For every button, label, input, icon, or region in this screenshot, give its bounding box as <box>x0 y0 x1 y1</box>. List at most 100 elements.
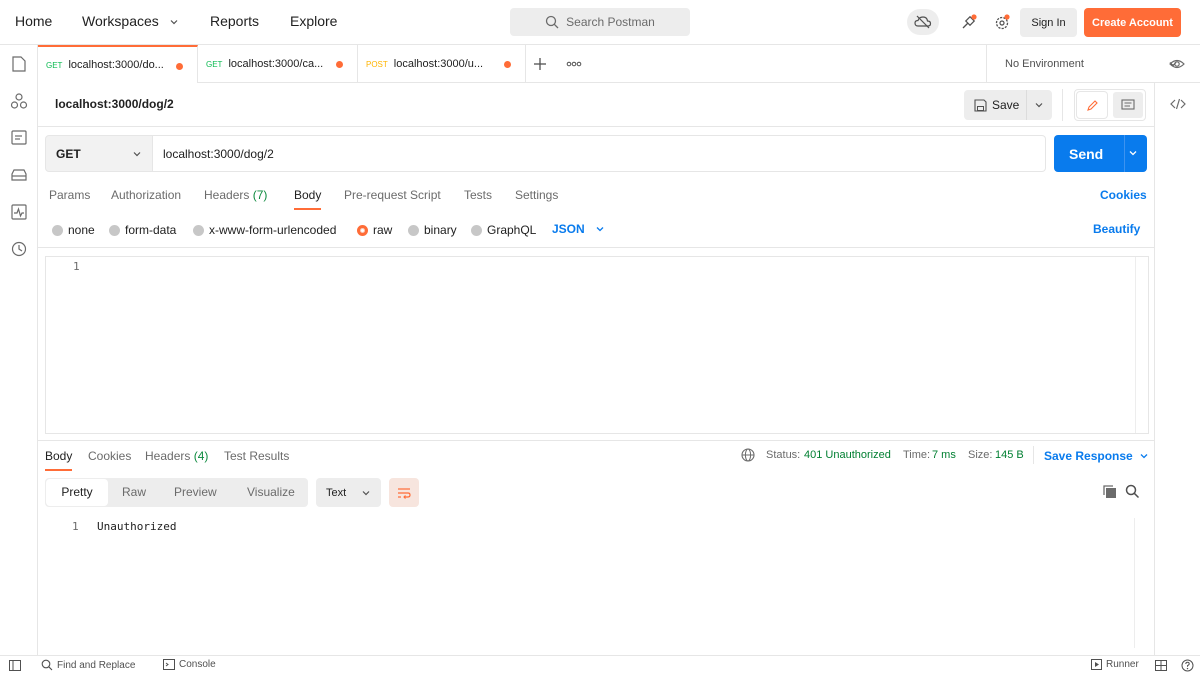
radio-label: raw <box>373 223 393 237</box>
nav-home[interactable]: Home <box>15 13 52 29</box>
tab-authorization[interactable]: Authorization <box>111 188 181 202</box>
url-value: localhost:3000/dog/2 <box>163 146 274 161</box>
sign-in-button[interactable]: Sign In <box>1020 8 1077 37</box>
find-replace-button[interactable]: Find and Replace <box>41 659 135 671</box>
search-icon <box>545 15 559 29</box>
request-body-editor[interactable]: 1 <box>45 256 1149 434</box>
offline-sync-button[interactable] <box>907 9 939 35</box>
request-name[interactable]: localhost:3000/dog/2 <box>55 97 174 111</box>
radio-none[interactable]: none <box>52 223 95 237</box>
tab-pre-request-script[interactable]: Pre-request Script <box>344 188 441 202</box>
response-body-text[interactable]: Unauthorized <box>97 520 176 533</box>
request-tab-1[interactable]: GET localhost:3000/do... <box>38 45 198 83</box>
tab-params[interactable]: Params <box>49 188 90 202</box>
radio-binary[interactable]: binary <box>408 223 457 237</box>
tab-body[interactable]: Body <box>294 188 322 210</box>
divider <box>1124 135 1125 172</box>
chevron-down-icon[interactable] <box>1128 148 1138 158</box>
chevron-down-icon <box>133 152 141 157</box>
view-raw[interactable]: Raw <box>122 485 146 499</box>
request-tab-strip: GET localhost:3000/do... GET localhost:3… <box>38 45 1200 83</box>
url-input[interactable]: localhost:3000/dog/2 <box>153 135 1046 172</box>
history-icon[interactable] <box>10 240 28 258</box>
request-title-bar: localhost:3000/dog/2 Save <box>38 83 1154 127</box>
nav-workspaces[interactable]: Workspaces <box>82 13 179 29</box>
save-response-button[interactable]: Save Response <box>1044 449 1149 463</box>
two-pane-icon[interactable] <box>1155 660 1167 671</box>
search-bar[interactable]: Search Postman <box>510 8 690 36</box>
nav-reports[interactable]: Reports <box>210 13 259 29</box>
method-value: GET <box>56 146 81 161</box>
view-pretty[interactable]: Pretty <box>46 479 108 506</box>
size-value[interactable]: 145 B <box>995 449 1024 461</box>
view-toggle <box>1074 89 1146 121</box>
pencil-icon <box>1086 99 1098 111</box>
right-sidebar <box>1154 83 1200 655</box>
satellite-button[interactable] <box>955 8 983 36</box>
body-format-select[interactable]: JSON <box>552 222 605 236</box>
method-select[interactable]: GET <box>45 135 153 172</box>
response-tab-body[interactable]: Body <box>45 449 73 471</box>
headers-count: (7) <box>252 188 268 202</box>
apis-icon[interactable] <box>10 92 28 110</box>
environments-icon[interactable] <box>10 129 28 147</box>
monitors-icon[interactable] <box>10 203 28 221</box>
tab-method: GET <box>206 59 223 69</box>
radio-graphql[interactable]: GraphQL <box>471 223 536 237</box>
environment-selector[interactable]: No Environment <box>986 45 1192 83</box>
console-button[interactable]: Console <box>163 659 216 670</box>
eye-icon[interactable] <box>1169 57 1185 71</box>
tab-headers[interactable]: Headers (7) <box>204 188 267 202</box>
help-icon[interactable] <box>1181 659 1194 672</box>
send-button[interactable]: Send <box>1054 135 1147 172</box>
radio-x-www-form-urlencoded[interactable]: x-www-form-urlencoded <box>193 223 336 237</box>
create-account-button[interactable]: Create Account <box>1084 8 1181 37</box>
runner-button[interactable]: Runner <box>1091 659 1139 670</box>
time-value[interactable]: 7 ms <box>932 449 956 461</box>
cloud-off-icon <box>914 15 932 29</box>
save-options-button[interactable] <box>1027 90 1051 120</box>
tab-tests[interactable]: Tests <box>464 188 492 202</box>
edit-mode-button[interactable] <box>1077 92 1107 118</box>
radio-form-data[interactable]: form-data <box>109 223 176 237</box>
globe-icon[interactable] <box>741 448 755 462</box>
beautify-link[interactable]: Beautify <box>1093 222 1140 236</box>
code-icon[interactable] <box>1170 97 1186 111</box>
request-tab-3[interactable]: POST localhost:3000/u... <box>358 45 526 83</box>
save-response-label: Save Response <box>1044 449 1133 463</box>
nav-explore[interactable]: Explore <box>290 13 337 29</box>
radio-circle <box>408 224 419 236</box>
response-format-select[interactable]: Text <box>316 478 381 507</box>
plus-icon[interactable] <box>532 56 548 72</box>
response-scrollbar[interactable] <box>1134 518 1147 648</box>
nav-workspaces-label: Workspaces <box>82 13 159 29</box>
docs-mode-button[interactable] <box>1113 92 1143 118</box>
tab-label: localhost:3000/do... <box>68 59 164 71</box>
copy-icon[interactable] <box>1102 484 1117 499</box>
tab-settings[interactable]: Settings <box>515 188 558 202</box>
mock-servers-icon[interactable] <box>10 166 28 184</box>
view-preview[interactable]: Preview <box>174 485 217 499</box>
status-value[interactable]: 401 Unauthorized <box>804 449 891 461</box>
response-tab-test-results[interactable]: Test Results <box>224 449 289 463</box>
editor-scrollbar[interactable] <box>1135 257 1148 433</box>
response-divider[interactable] <box>38 440 1154 441</box>
response-tab-headers[interactable]: Headers (4) <box>145 449 208 463</box>
request-tab-2[interactable]: GET localhost:3000/ca... <box>198 45 358 83</box>
tab-headers-label: Headers <box>204 188 250 202</box>
more-icon[interactable] <box>566 60 582 68</box>
response-tab-cookies[interactable]: Cookies <box>88 449 131 463</box>
view-visualize[interactable]: Visualize <box>247 485 295 499</box>
cookies-link[interactable]: Cookies <box>1100 188 1147 202</box>
radio-raw[interactable]: raw <box>357 223 392 237</box>
chevron-down-icon <box>362 491 370 496</box>
sidebar-toggle-icon[interactable] <box>9 660 21 671</box>
settings-button[interactable] <box>988 8 1016 36</box>
tab-method: GET <box>46 60 63 70</box>
save-button[interactable]: Save <box>964 90 1027 120</box>
collections-icon[interactable] <box>10 55 28 73</box>
status-label: Status: <box>766 449 801 461</box>
wrap-lines-button[interactable] <box>389 478 419 507</box>
radio-label: form-data <box>125 223 177 237</box>
search-icon[interactable] <box>1125 484 1140 499</box>
